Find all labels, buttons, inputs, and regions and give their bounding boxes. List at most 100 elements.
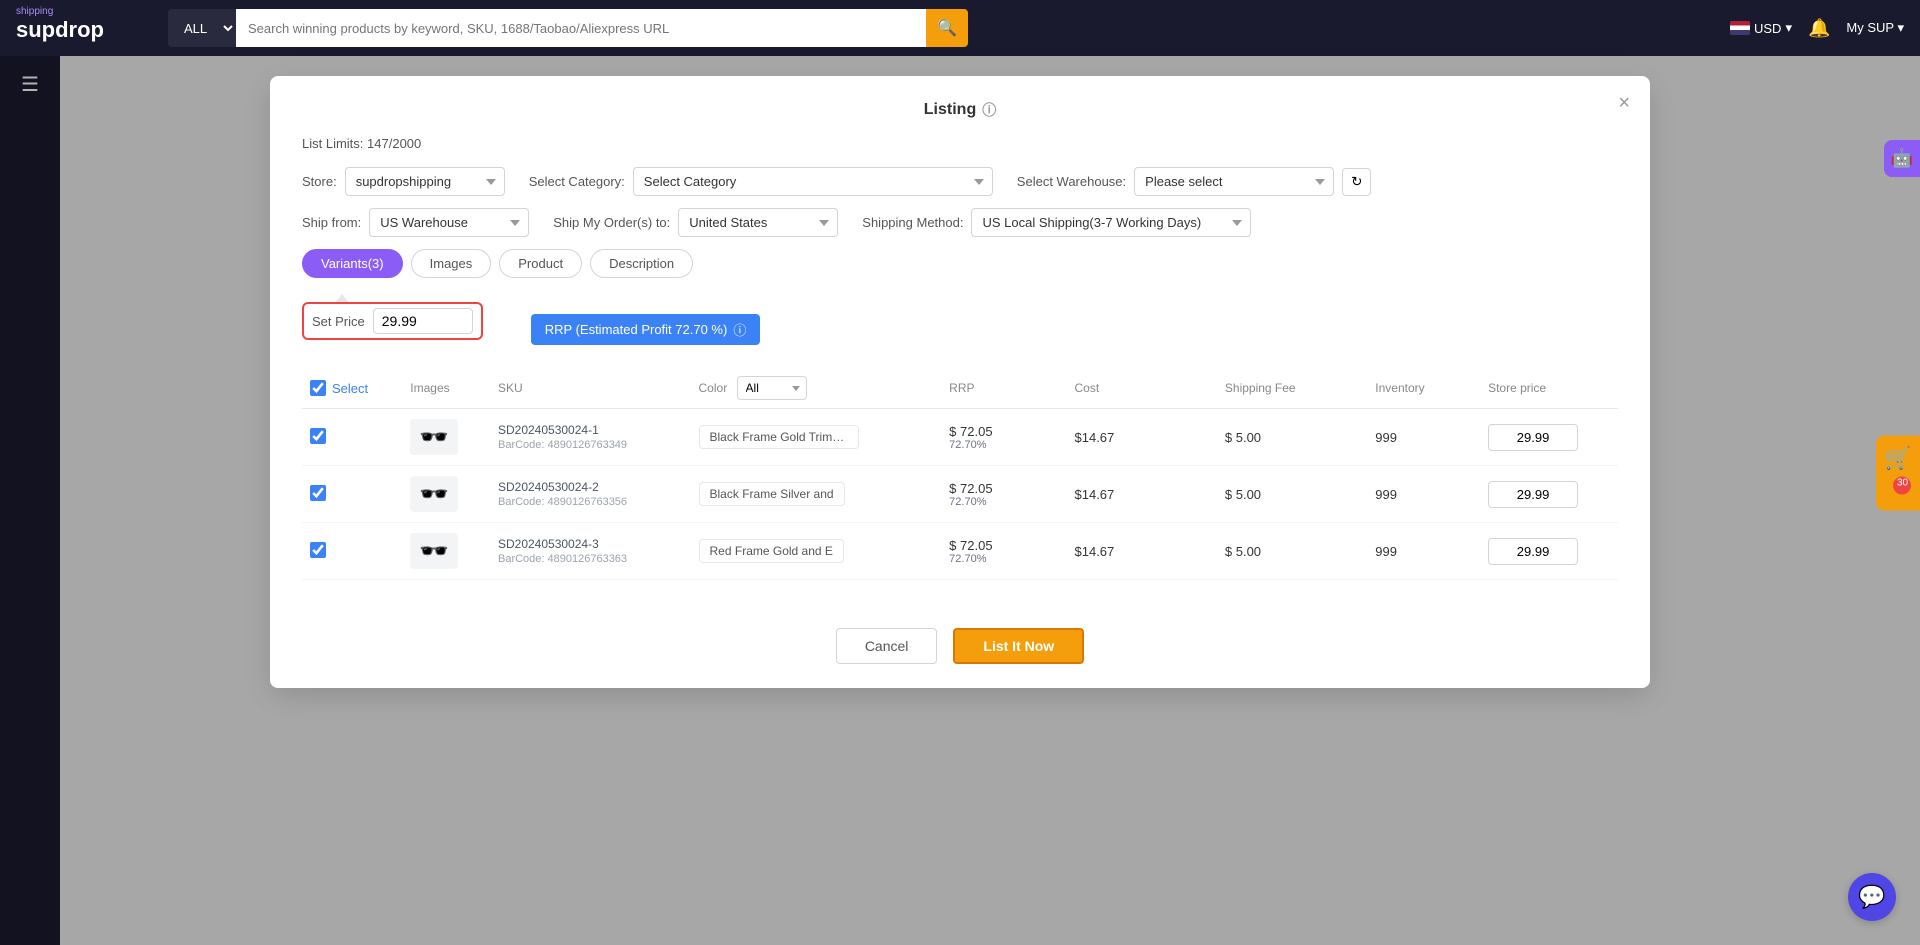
row2-sku-info: SD20240530024-2 BarCode: 4890126763356 bbox=[498, 480, 683, 508]
row3-store-price-cell bbox=[1480, 523, 1618, 580]
row1-checkbox[interactable] bbox=[310, 428, 326, 444]
tab-images[interactable]: Images bbox=[411, 249, 492, 278]
row3-rrp-price: $ 72.05 bbox=[949, 538, 1058, 553]
warehouse-select[interactable]: Please select bbox=[1134, 167, 1334, 196]
search-input[interactable] bbox=[236, 9, 926, 47]
cart-sidebar-button[interactable]: 🛒 30 bbox=[1876, 435, 1920, 510]
warehouse-refresh-button[interactable]: ↻ bbox=[1342, 168, 1371, 196]
row3-sku-cell: SD20240530024-3 BarCode: 4890126763363 bbox=[490, 523, 691, 580]
store-select[interactable]: supdropshipping bbox=[345, 167, 505, 196]
shipping-method-select[interactable]: US Local Shipping(3-7 Working Days) bbox=[971, 208, 1251, 237]
rrp-button[interactable]: RRP (Estimated Profit 72.70 %) ⓘ bbox=[531, 314, 761, 345]
currency-label: USD bbox=[1754, 21, 1781, 36]
row2-color-cell: Black Frame Silver and bbox=[691, 466, 942, 523]
row1-inventory: 999 bbox=[1375, 430, 1397, 445]
help-icon[interactable]: ⓘ bbox=[982, 100, 996, 120]
row2-shipping-fee: $ 5.00 bbox=[1225, 487, 1261, 502]
tab-variants[interactable]: Variants(3) bbox=[302, 249, 403, 278]
ship-to-select[interactable]: United States bbox=[678, 208, 838, 237]
row1-rrp-cell: $ 72.05 72.70% bbox=[941, 409, 1066, 466]
top-navigation: shipping supdrop ALL 🔍 USD ▾ 🔔 My SUP ▾ bbox=[0, 0, 1920, 56]
table-row: 🕶️ SD20240530024-1 BarCode: 489012676334… bbox=[302, 409, 1618, 466]
search-button[interactable]: 🔍 bbox=[926, 9, 968, 47]
category-select[interactable]: Select Category bbox=[633, 167, 993, 196]
ship-from-select[interactable]: US Warehouse bbox=[369, 208, 529, 237]
list-limits: List Limits: 147/2000 bbox=[302, 136, 1618, 151]
row1-shipping-fee: $ 5.00 bbox=[1225, 430, 1261, 445]
row3-color-cell: Red Frame Gold and E bbox=[691, 523, 942, 580]
row3-sku-number: SD20240530024-3 bbox=[498, 537, 683, 551]
modal-close-button[interactable]: × bbox=[1618, 92, 1630, 115]
row1-sku-number: SD20240530024-1 bbox=[498, 423, 683, 437]
th-shipping-fee: Shipping Fee bbox=[1217, 368, 1367, 409]
row2-barcode: BarCode: 4890126763356 bbox=[498, 496, 683, 508]
shipping-method-label: Shipping Method: bbox=[862, 215, 963, 230]
row2-inventory: 999 bbox=[1375, 487, 1397, 502]
sunglasses-icon: 🕶️ bbox=[419, 423, 449, 452]
list-now-button[interactable]: List It Now bbox=[953, 628, 1084, 664]
tabs-row: Variants(3) Images Product Description bbox=[302, 249, 1618, 278]
row1-shipping-cell: $ 5.00 bbox=[1217, 409, 1367, 466]
row3-image-cell: 🕶️ bbox=[402, 523, 490, 580]
row3-color-button[interactable]: Red Frame Gold and E bbox=[699, 539, 844, 563]
set-price-box: Set Price bbox=[302, 302, 483, 340]
warehouse-group: Select Warehouse: Please select ↻ bbox=[1017, 167, 1372, 196]
mysup-button[interactable]: My SUP ▾ bbox=[1846, 20, 1904, 36]
tab-description[interactable]: Description bbox=[590, 249, 693, 278]
logo-text: supdrop bbox=[16, 17, 104, 43]
category-group: Select Category: Select Category bbox=[529, 167, 993, 196]
row2-cost-cell: $14.67 bbox=[1067, 466, 1217, 523]
sunglasses-icon: 🕶️ bbox=[419, 537, 449, 566]
logo: shipping supdrop bbox=[16, 14, 156, 43]
row2-store-price-input[interactable] bbox=[1488, 481, 1578, 508]
row1-barcode: BarCode: 4890126763349 bbox=[498, 439, 683, 451]
ship-to-group: Ship My Order(s) to: United States bbox=[553, 208, 838, 237]
variants-table: Select Images SKU Color All RRP Cost Shi… bbox=[302, 368, 1618, 580]
search-filter-select[interactable]: ALL bbox=[168, 9, 236, 47]
table-header-row: Select Images SKU Color All RRP Cost Shi… bbox=[302, 368, 1618, 409]
notification-button[interactable]: 🔔 bbox=[1808, 18, 1830, 39]
row3-cost-cell: $14.67 bbox=[1067, 523, 1217, 580]
row1-sku-cell: SD20240530024-1 BarCode: 4890126763349 bbox=[490, 409, 691, 466]
row2-rrp-price: $ 72.05 bbox=[949, 481, 1058, 496]
cancel-button[interactable]: Cancel bbox=[836, 628, 938, 664]
set-price-input[interactable] bbox=[373, 308, 473, 334]
chat-button[interactable]: 💬 bbox=[1848, 873, 1896, 921]
row3-rrp-cell: $ 72.05 72.70% bbox=[941, 523, 1066, 580]
row1-color-button[interactable]: Black Frame Gold Trim and bbox=[699, 425, 859, 449]
row2-checkbox[interactable] bbox=[310, 485, 326, 501]
row1-color-cell: Black Frame Gold Trim and bbox=[691, 409, 942, 466]
row3-cost: $14.67 bbox=[1075, 544, 1115, 559]
row3-barcode: BarCode: 4890126763363 bbox=[498, 553, 683, 565]
th-store-price: Store price bbox=[1480, 368, 1618, 409]
color-filter-select[interactable]: All bbox=[737, 376, 807, 400]
ai-chat-button[interactable]: 🤖 bbox=[1884, 140, 1920, 177]
store-label: Store: bbox=[302, 174, 337, 189]
category-label: Select Category: bbox=[529, 174, 625, 189]
row2-color-button[interactable]: Black Frame Silver and bbox=[699, 482, 845, 506]
table-row: 🕶️ SD20240530024-2 BarCode: 489012676335… bbox=[302, 466, 1618, 523]
table-row: 🕶️ SD20240530024-3 BarCode: 489012676336… bbox=[302, 523, 1618, 580]
row1-inventory-cell: 999 bbox=[1367, 409, 1480, 466]
row1-store-price-cell bbox=[1480, 409, 1618, 466]
set-price-area: Set Price RRP (Estimated Profit 72.70 %)… bbox=[302, 302, 1618, 356]
row3-store-price-input[interactable] bbox=[1488, 538, 1578, 565]
th-sku: SKU bbox=[490, 368, 691, 409]
row1-store-price-input[interactable] bbox=[1488, 424, 1578, 451]
row2-cost: $14.67 bbox=[1075, 487, 1115, 502]
row1-cost: $14.67 bbox=[1075, 430, 1115, 445]
cart-badge: 30 bbox=[1893, 476, 1911, 494]
tab-product[interactable]: Product bbox=[499, 249, 582, 278]
currency-selector[interactable]: USD ▾ bbox=[1730, 20, 1792, 36]
logo-sub: shipping bbox=[16, 6, 104, 17]
form-row-2: Ship from: US Warehouse Ship My Order(s)… bbox=[302, 208, 1618, 237]
select-all-checkbox[interactable] bbox=[310, 380, 326, 396]
modal-overlay: × Listing ⓘ List Limits: 147/2000 Store:… bbox=[0, 56, 1920, 945]
row2-sku-number: SD20240530024-2 bbox=[498, 480, 683, 494]
modal-title: Listing ⓘ bbox=[302, 100, 1618, 120]
row3-checkbox[interactable] bbox=[310, 542, 326, 558]
row3-shipping-fee: $ 5.00 bbox=[1225, 544, 1261, 559]
select-all-group: Select bbox=[310, 380, 394, 396]
row3-inventory: 999 bbox=[1375, 544, 1397, 559]
row3-product-image: 🕶️ bbox=[410, 533, 458, 569]
